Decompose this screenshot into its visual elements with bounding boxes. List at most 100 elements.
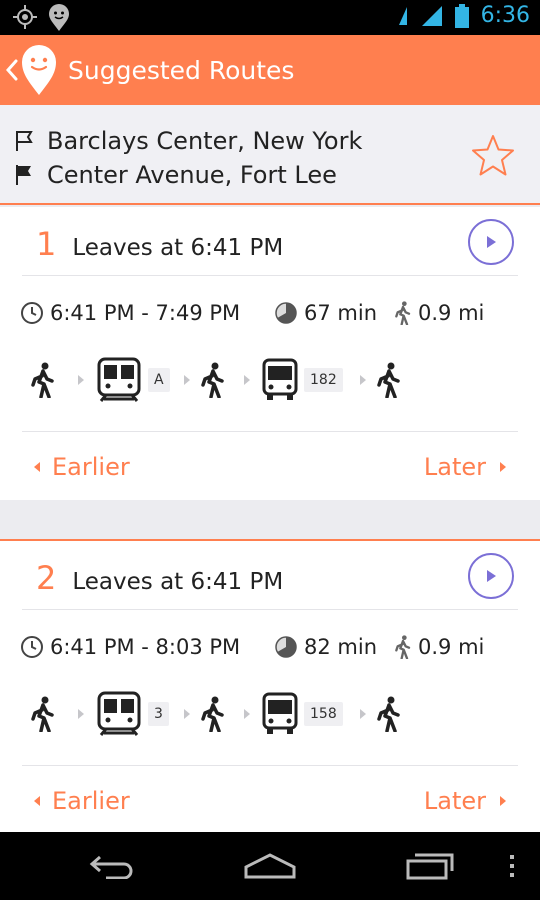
leg-arrow	[78, 689, 84, 739]
route-header: 2 Leaves at 6:41 PM	[36, 559, 283, 597]
divider	[22, 765, 518, 766]
leg-arrow	[78, 355, 84, 405]
nav-home-button[interactable]	[238, 832, 302, 900]
play-icon	[487, 236, 496, 248]
leg-walk	[30, 689, 56, 739]
star-outline-icon[interactable]	[470, 133, 516, 177]
divider	[22, 609, 518, 610]
leg-bus: 182	[262, 355, 343, 405]
train-icon	[97, 691, 141, 736]
nav-back-button[interactable]	[80, 832, 144, 900]
clock-icon	[21, 302, 43, 324]
action-bar: Suggested Routes	[0, 35, 540, 105]
origin-flag-icon	[16, 131, 33, 151]
route-header: 1 Leaves at 6:41 PM	[36, 225, 283, 263]
walk-icon	[31, 696, 54, 732]
leg-walk	[200, 355, 226, 405]
leg-arrow	[244, 355, 250, 405]
trip-header: Barclays Center, New York Center Avenue,…	[0, 105, 540, 205]
status-bar: 6:36	[0, 0, 540, 35]
leg-arrow	[360, 355, 366, 405]
route-number: 1	[36, 225, 57, 263]
right-arrow-icon	[500, 796, 506, 806]
walk-icon	[201, 696, 224, 732]
line-label: 158	[304, 702, 343, 726]
walk-distance-stat: 0.9 mi	[394, 635, 484, 659]
back-button[interactable]	[2, 35, 18, 105]
earlier-button[interactable]: Earlier	[34, 453, 130, 481]
duration-pie-icon	[275, 636, 297, 658]
line-label: A	[148, 368, 170, 392]
leg-bus: 158	[262, 689, 343, 739]
walk-distance-stat: 0.9 mi	[394, 301, 484, 325]
leg-arrow	[184, 355, 190, 405]
later-button[interactable]: Later	[424, 453, 506, 481]
destination-row[interactable]: Center Avenue, Fort Lee	[14, 161, 337, 189]
signal-icon	[421, 5, 442, 26]
divider	[22, 431, 518, 432]
walk-icon	[377, 362, 400, 398]
earlier-label: Earlier	[52, 453, 130, 481]
back-chevron-icon	[6, 59, 18, 81]
destination-text: Center Avenue, Fort Lee	[47, 161, 337, 189]
leg-walk	[376, 355, 402, 405]
walk-distance-icon	[395, 635, 411, 659]
later-button[interactable]: Later	[424, 787, 506, 815]
nav-recent-button[interactable]	[398, 832, 462, 900]
time-range-stat: 6:41 PM - 8:03 PM	[20, 635, 240, 659]
route-stats: 6:41 PM - 7:49 PM 67 min 0.9 mi	[20, 301, 520, 329]
walk-distance-icon	[395, 301, 411, 325]
overflow-menu-icon	[510, 855, 514, 877]
leg-arrow	[360, 689, 366, 739]
time-range: 6:41 PM - 7:49 PM	[50, 301, 241, 325]
time-range: 6:41 PM - 8:03 PM	[50, 635, 241, 659]
route-card-1[interactable]: 1 Leaves at 6:41 PM 6:41 PM - 7:49 PM 67…	[0, 207, 540, 500]
back-nav-icon	[89, 855, 133, 879]
origin-text: Barclays Center, New York	[47, 127, 363, 155]
duration-stat: 67 min	[274, 301, 377, 325]
leg-arrow	[184, 689, 190, 739]
page-title: Suggested Routes	[68, 55, 295, 85]
duration-pie-icon	[275, 302, 297, 324]
earlier-label: Earlier	[52, 787, 130, 815]
later-label: Later	[423, 787, 486, 815]
card-spacer	[0, 500, 540, 537]
time-range-stat: 6:41 PM - 7:49 PM	[20, 301, 240, 325]
train-icon	[97, 357, 141, 402]
clock-icon	[21, 636, 43, 658]
bus-icon	[262, 692, 298, 734]
route-legs: A 182	[30, 355, 510, 405]
walk-distance: 0.9 mi	[418, 301, 485, 325]
status-time: 6:36	[480, 3, 530, 28]
home-nav-icon	[244, 853, 296, 879]
start-route-button[interactable]	[468, 553, 514, 599]
route-stats: 6:41 PM - 8:03 PM 82 min 0.9 mi	[20, 635, 520, 663]
left-arrow-icon	[34, 462, 40, 472]
gps-icon	[13, 5, 37, 29]
duration: 67 min	[304, 301, 377, 325]
route-departure: Leaves at 6:41 PM	[72, 235, 284, 261]
walk-icon	[377, 696, 400, 732]
later-label: Later	[423, 453, 486, 481]
recent-apps-icon	[406, 853, 454, 880]
walk-distance: 0.9 mi	[418, 635, 485, 659]
route-number: 2	[36, 559, 57, 597]
destination-flag-icon	[16, 165, 31, 185]
system-nav-bar	[0, 832, 540, 900]
play-icon	[487, 570, 496, 582]
divider	[22, 275, 518, 276]
route-card-2[interactable]: 2 Leaves at 6:41 PM 6:41 PM - 8:03 PM 82…	[0, 539, 540, 832]
start-route-button[interactable]	[468, 219, 514, 265]
line-label: 3	[148, 702, 169, 726]
origin-row[interactable]: Barclays Center, New York	[14, 127, 362, 155]
duration: 82 min	[304, 635, 377, 659]
left-arrow-icon	[34, 796, 40, 806]
walk-icon	[31, 362, 54, 398]
battery-icon	[454, 3, 469, 28]
app-logo-icon[interactable]	[20, 41, 58, 99]
right-arrow-icon	[500, 462, 506, 472]
earlier-button[interactable]: Earlier	[34, 787, 130, 815]
nav-overflow-button[interactable]	[500, 832, 524, 900]
walk-icon	[201, 362, 224, 398]
duration-stat: 82 min	[274, 635, 377, 659]
